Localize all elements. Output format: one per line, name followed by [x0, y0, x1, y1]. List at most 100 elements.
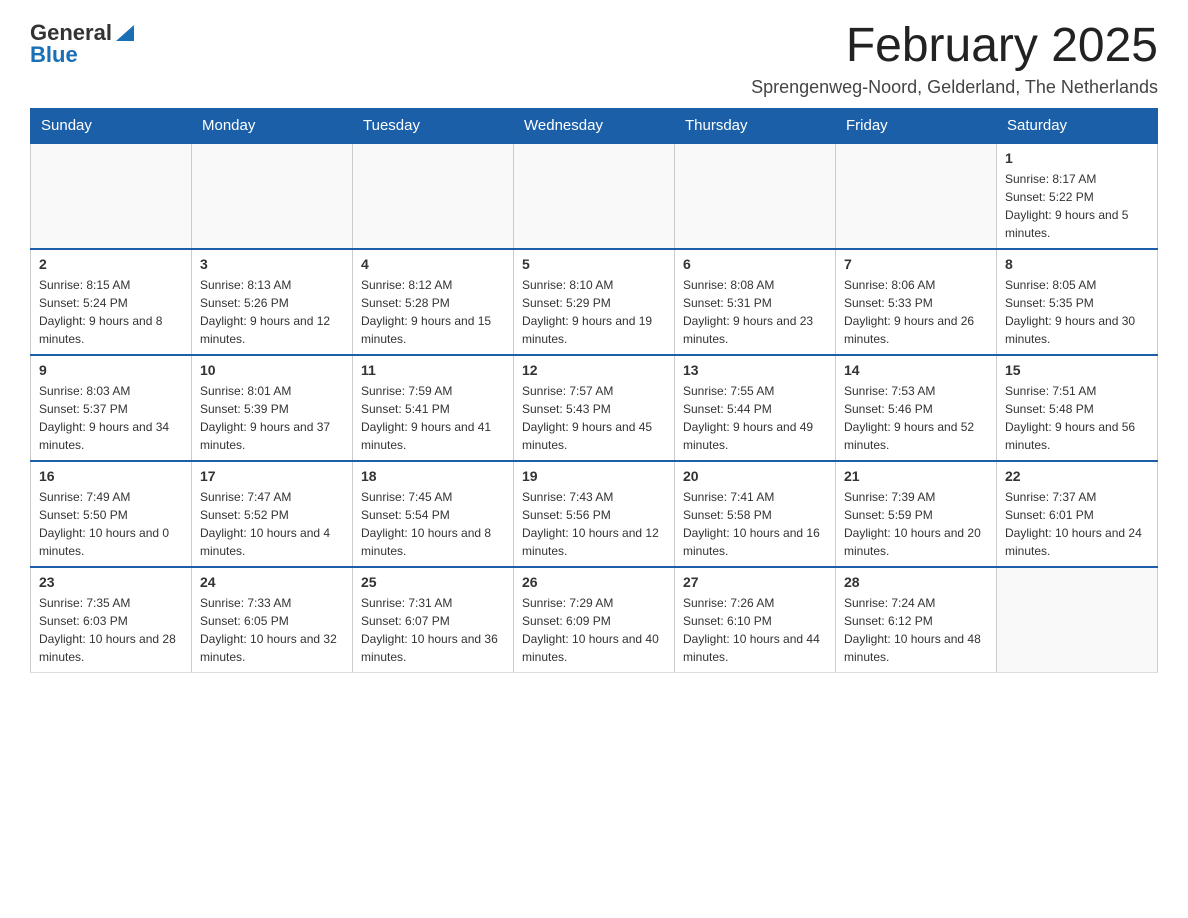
day-number: 22 [1005, 468, 1149, 484]
calendar-cell: 20 Sunrise: 7:41 AMSunset: 5:58 PMDayligh… [675, 461, 836, 567]
calendar-cell: 10Sunrise: 8:01 AMSunset: 5:39 PMDayligh… [192, 355, 353, 461]
day-info: Sunrise: 8:10 AMSunset: 5:29 PMDaylight:… [522, 276, 666, 348]
day-header-saturday: Saturday [997, 108, 1158, 143]
day-number: 12 [522, 362, 666, 378]
calendar-cell: 12 Sunrise: 7:57 AMSunset: 5:43 PMDayligh… [514, 355, 675, 461]
calendar-cell: 21 Sunrise: 7:39 AMSunset: 5:59 PMDayligh… [836, 461, 997, 567]
calendar-cell: 16 Sunrise: 7:49 AMSunset: 5:50 PMDayligh… [31, 461, 192, 567]
calendar-cell: 11 Sunrise: 7:59 AMSunset: 5:41 PMDayligh… [353, 355, 514, 461]
day-number: 4 [361, 256, 505, 272]
calendar-cell [836, 143, 997, 249]
day-header-wednesday: Wednesday [514, 108, 675, 143]
day-info: Sunrise: 8:05 AMSunset: 5:35 PMDaylight:… [1005, 276, 1149, 348]
calendar-cell [997, 567, 1158, 673]
day-info: Sunrise: 8:06 AMSunset: 5:33 PMDaylight:… [844, 276, 988, 348]
calendar-cell: 5 Sunrise: 8:10 AMSunset: 5:29 PMDaylight… [514, 249, 675, 355]
day-number: 5 [522, 256, 666, 272]
calendar-cell: 17 Sunrise: 7:47 AMSunset: 5:52 PMDayligh… [192, 461, 353, 567]
day-number: 13 [683, 362, 827, 378]
calendar-cell: 8 Sunrise: 8:05 AMSunset: 5:35 PMDaylight… [997, 249, 1158, 355]
calendar-header-row: SundayMondayTuesdayWednesdayThursdayFrid… [31, 108, 1158, 143]
calendar-cell: 25 Sunrise: 7:31 AMSunset: 6:07 PMDayligh… [353, 567, 514, 673]
calendar-cell [353, 143, 514, 249]
day-number: 20 [683, 468, 827, 484]
day-number: 21 [844, 468, 988, 484]
day-number: 1 [1005, 150, 1149, 166]
day-info: Sunrise: 7:59 AMSunset: 5:41 PMDaylight:… [361, 382, 505, 454]
day-info: Sunrise: 8:13 AMSunset: 5:26 PMDaylight:… [200, 276, 344, 348]
day-info: Sunrise: 7:51 AMSunset: 5:48 PMDaylight:… [1005, 382, 1149, 454]
calendar-cell: 9Sunrise: 8:03 AMSunset: 5:37 PMDaylight… [31, 355, 192, 461]
day-info: Sunrise: 8:03 AMSunset: 5:37 PMDaylight:… [39, 382, 183, 454]
calendar-cell: 24Sunrise: 7:33 AMSunset: 6:05 PMDayligh… [192, 567, 353, 673]
page-header: General Blue February 2025 Sprengenweg-N… [30, 20, 1158, 98]
day-number: 2 [39, 256, 183, 272]
day-number: 8 [1005, 256, 1149, 272]
calendar-cell: 1 Sunrise: 8:17 AMSunset: 5:22 PMDaylight… [997, 143, 1158, 249]
calendar-cell [192, 143, 353, 249]
day-number: 17 [200, 468, 344, 484]
day-info: Sunrise: 8:15 AMSunset: 5:24 PMDaylight:… [39, 276, 183, 348]
day-info: Sunrise: 7:35 AMSunset: 6:03 PMDaylight:… [39, 594, 183, 666]
day-info: Sunrise: 8:17 AMSunset: 5:22 PMDaylight:… [1005, 170, 1149, 242]
day-number: 23 [39, 574, 183, 590]
calendar-week-row: 9Sunrise: 8:03 AMSunset: 5:37 PMDaylight… [31, 355, 1158, 461]
day-info: Sunrise: 7:57 AMSunset: 5:43 PMDaylight:… [522, 382, 666, 454]
day-number: 11 [361, 362, 505, 378]
day-info: Sunrise: 7:53 AMSunset: 5:46 PMDaylight:… [844, 382, 988, 454]
day-info: Sunrise: 7:47 AMSunset: 5:52 PMDaylight:… [200, 488, 344, 560]
day-header-thursday: Thursday [675, 108, 836, 143]
calendar-week-row: 23 Sunrise: 7:35 AMSunset: 6:03 PMDayligh… [31, 567, 1158, 673]
day-number: 27 [683, 574, 827, 590]
day-number: 3 [200, 256, 344, 272]
calendar-cell: 13 Sunrise: 7:55 AMSunset: 5:44 PMDayligh… [675, 355, 836, 461]
day-number: 25 [361, 574, 505, 590]
day-info: Sunrise: 7:43 AMSunset: 5:56 PMDaylight:… [522, 488, 666, 560]
day-info: Sunrise: 7:31 AMSunset: 6:07 PMDaylight:… [361, 594, 505, 666]
calendar-cell: 19 Sunrise: 7:43 AMSunset: 5:56 PMDayligh… [514, 461, 675, 567]
day-info: Sunrise: 7:24 AMSunset: 6:12 PMDaylight:… [844, 594, 988, 666]
calendar-table: SundayMondayTuesdayWednesdayThursdayFrid… [30, 108, 1158, 673]
day-info: Sunrise: 7:26 AMSunset: 6:10 PMDaylight:… [683, 594, 827, 666]
day-info: Sunrise: 7:39 AMSunset: 5:59 PMDaylight:… [844, 488, 988, 560]
calendar-cell: 15 Sunrise: 7:51 AMSunset: 5:48 PMDayligh… [997, 355, 1158, 461]
day-info: Sunrise: 7:55 AMSunset: 5:44 PMDaylight:… [683, 382, 827, 454]
calendar-cell: 23 Sunrise: 7:35 AMSunset: 6:03 PMDayligh… [31, 567, 192, 673]
day-info: Sunrise: 8:01 AMSunset: 5:39 PMDaylight:… [200, 382, 344, 454]
day-header-monday: Monday [192, 108, 353, 143]
day-info: Sunrise: 8:08 AMSunset: 5:31 PMDaylight:… [683, 276, 827, 348]
location-subtitle: Sprengenweg-Noord, Gelderland, The Nethe… [751, 77, 1158, 98]
day-info: Sunrise: 7:49 AMSunset: 5:50 PMDaylight:… [39, 488, 183, 560]
day-header-tuesday: Tuesday [353, 108, 514, 143]
calendar-cell: 3 Sunrise: 8:13 AMSunset: 5:26 PMDaylight… [192, 249, 353, 355]
calendar-cell [675, 143, 836, 249]
calendar-cell: 28Sunrise: 7:24 AMSunset: 6:12 PMDayligh… [836, 567, 997, 673]
day-number: 19 [522, 468, 666, 484]
day-info: Sunrise: 7:29 AMSunset: 6:09 PMDaylight:… [522, 594, 666, 666]
day-info: Sunrise: 7:45 AMSunset: 5:54 PMDaylight:… [361, 488, 505, 560]
calendar-cell: 27 Sunrise: 7:26 AMSunset: 6:10 PMDayligh… [675, 567, 836, 673]
day-info: Sunrise: 8:12 AMSunset: 5:28 PMDaylight:… [361, 276, 505, 348]
day-number: 15 [1005, 362, 1149, 378]
logo-triangle-icon [114, 21, 136, 43]
logo-blue-text: Blue [30, 42, 136, 68]
day-info: Sunrise: 7:37 AMSunset: 6:01 PMDaylight:… [1005, 488, 1149, 560]
calendar-cell: 18 Sunrise: 7:45 AMSunset: 5:54 PMDayligh… [353, 461, 514, 567]
day-header-friday: Friday [836, 108, 997, 143]
day-number: 16 [39, 468, 183, 484]
calendar-week-row: 2 Sunrise: 8:15 AMSunset: 5:24 PMDaylight… [31, 249, 1158, 355]
calendar-cell: 2 Sunrise: 8:15 AMSunset: 5:24 PMDaylight… [31, 249, 192, 355]
calendar-cell: 4 Sunrise: 8:12 AMSunset: 5:28 PMDaylight… [353, 249, 514, 355]
calendar-cell: 7Sunrise: 8:06 AMSunset: 5:33 PMDaylight… [836, 249, 997, 355]
calendar-cell [31, 143, 192, 249]
day-number: 14 [844, 362, 988, 378]
logo: General Blue [30, 20, 136, 68]
calendar-cell [514, 143, 675, 249]
day-number: 6 [683, 256, 827, 272]
calendar-cell: 26 Sunrise: 7:29 AMSunset: 6:09 PMDayligh… [514, 567, 675, 673]
day-number: 18 [361, 468, 505, 484]
day-header-sunday: Sunday [31, 108, 192, 143]
day-info: Sunrise: 7:41 AMSunset: 5:58 PMDaylight:… [683, 488, 827, 560]
day-info: Sunrise: 7:33 AMSunset: 6:05 PMDaylight:… [200, 594, 344, 666]
day-number: 26 [522, 574, 666, 590]
